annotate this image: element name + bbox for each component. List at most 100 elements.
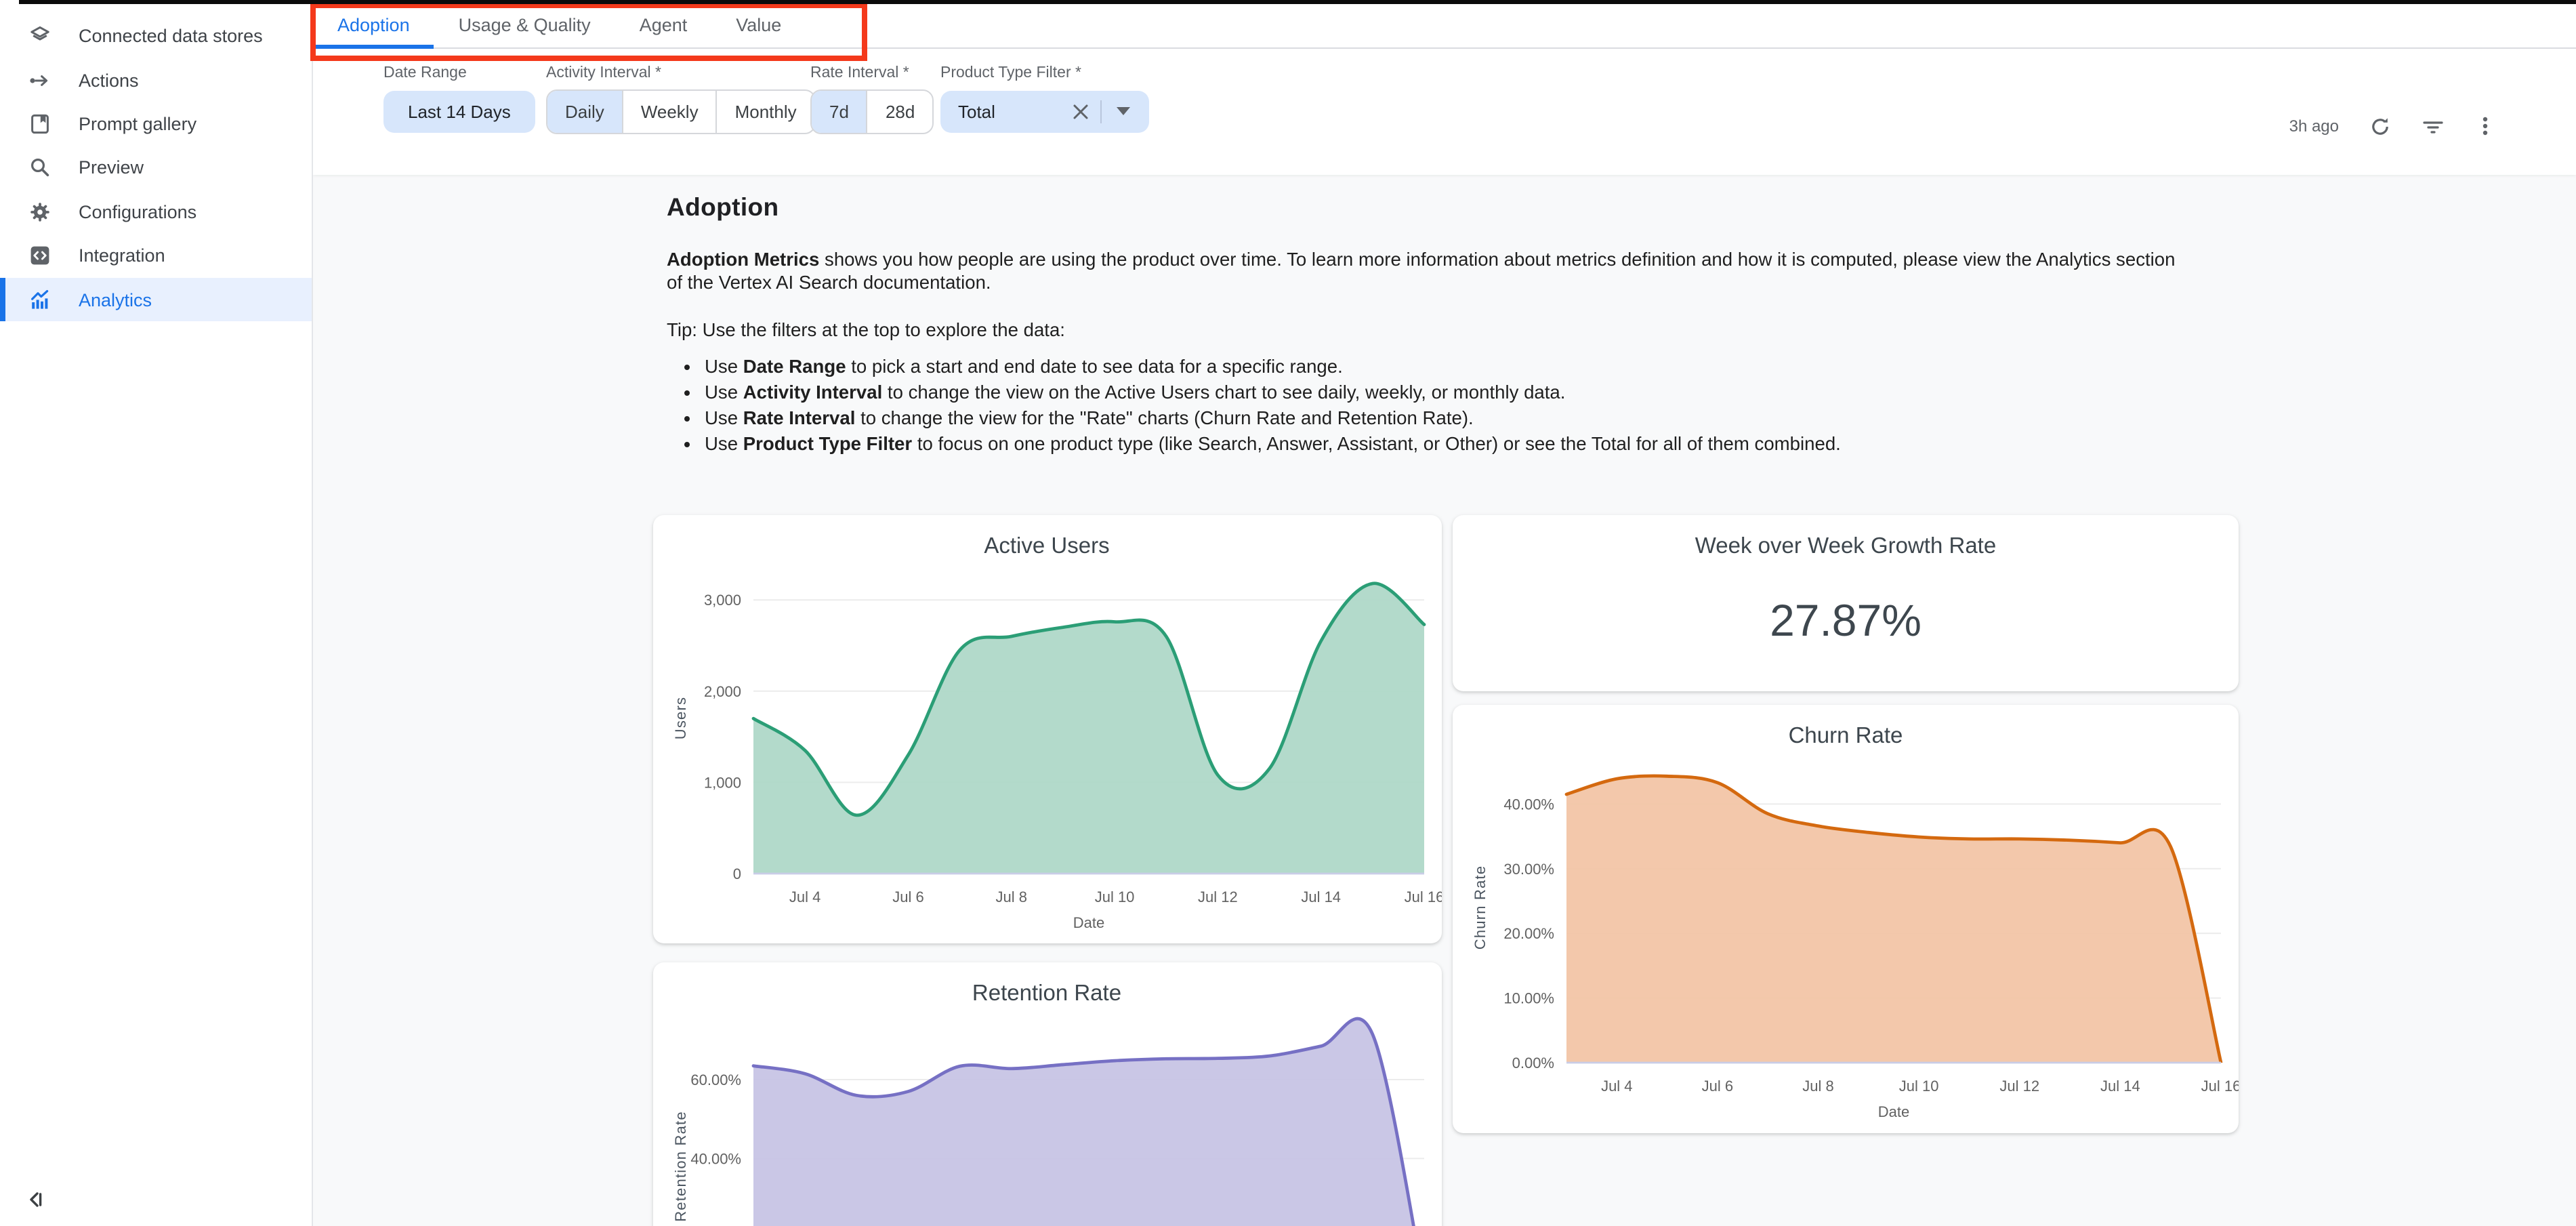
tab-usage-quality[interactable]: Usage & Quality xyxy=(434,3,615,47)
analytics-icon xyxy=(28,288,51,311)
svg-text:40.00%: 40.00% xyxy=(690,1150,741,1167)
tip-line: Tip: Use the filters at the top to explo… xyxy=(667,318,2191,342)
svg-text:Retention Rate: Retention Rate xyxy=(671,1111,688,1222)
sidebar-item-analytics[interactable]: Analytics xyxy=(0,278,312,322)
svg-text:Jul 14: Jul 14 xyxy=(2100,1078,2140,1095)
rate-interval-filter: Rate Interval * 7d 28d xyxy=(810,48,934,132)
window-top-edge xyxy=(19,0,2576,3)
svg-text:20.00%: 20.00% xyxy=(1503,925,1554,942)
sidebar-item-label: Configurations xyxy=(79,202,196,222)
svg-text:Jul 10: Jul 10 xyxy=(1899,1078,1939,1095)
activity-interval-filter: Activity Interval * Daily Weekly Monthly xyxy=(546,48,816,132)
svg-text:3,000: 3,000 xyxy=(703,592,741,609)
search-icon xyxy=(28,157,51,180)
code-icon xyxy=(28,244,51,267)
product-type-filter-label: Product Type Filter * xyxy=(940,64,1150,81)
svg-text:0.00%: 0.00% xyxy=(1512,1055,1554,1071)
refresh-icon[interactable] xyxy=(2367,114,2392,138)
svg-text:Jul 16: Jul 16 xyxy=(1404,888,1441,905)
tab-bar: Adoption Usage & Quality Agent Value xyxy=(313,3,2576,48)
churn-rate-card: 0.00%10.00%20.00%30.00%40.00%Jul 4Jul 6J… xyxy=(1453,705,2239,1133)
sidebar-item-prompt-gallery[interactable]: Prompt gallery xyxy=(0,102,312,146)
sidebar: Connected data stores Actions Prompt gal… xyxy=(0,3,313,1226)
last-refreshed-text: 3h ago xyxy=(2289,117,2339,136)
svg-text:40.00%: 40.00% xyxy=(1503,796,1554,813)
list-item: Use Activity Interval to change the view… xyxy=(705,381,2191,405)
list-item: Use Rate Interval to change the view for… xyxy=(705,407,2191,431)
list-item: Use Product Type Filter to focus on one … xyxy=(705,432,2191,456)
tips-list: Use Date Range to pick a start and end d… xyxy=(667,356,2191,456)
main-content: Adoption Adoption Metrics shows you how … xyxy=(313,174,2576,1226)
actions-arrow-icon xyxy=(28,68,51,91)
svg-text:Jul 12: Jul 12 xyxy=(1197,888,1237,905)
tab-adoption[interactable]: Adoption xyxy=(313,3,434,47)
wow-growth-card: Week over Week Growth Rate 27.87% xyxy=(1453,515,2239,691)
sidebar-item-label: Preview xyxy=(79,158,144,178)
clear-filter-icon[interactable] xyxy=(1068,99,1093,123)
docs-text: Adoption Adoption Metrics shows you how … xyxy=(313,174,2191,456)
sidebar-item-label: Integration xyxy=(79,245,165,266)
product-type-filter: Product Type Filter * Total xyxy=(940,48,1150,132)
svg-text:Jul 8: Jul 8 xyxy=(1802,1078,1833,1095)
rate-7d-option[interactable]: 7d xyxy=(812,90,867,132)
sidebar-item-connected-data-stores[interactable]: Connected data stores xyxy=(0,14,312,58)
svg-text:Jul 12: Jul 12 xyxy=(1999,1078,2039,1095)
sidebar-item-label: Prompt gallery xyxy=(79,114,196,134)
page-header: Adoption Usage & Quality Agent Value Dat… xyxy=(313,3,2576,174)
rate-interval-label: Rate Interval * xyxy=(810,64,934,81)
svg-text:Churn Rate: Churn Rate xyxy=(1472,865,1489,950)
product-type-value: Total xyxy=(958,101,995,121)
page-title: Adoption xyxy=(667,192,2191,222)
activity-interval-segmented-control: Daily Weekly Monthly xyxy=(546,89,816,134)
intro-paragraph: Adoption Metrics shows you how people ar… xyxy=(667,247,2191,295)
svg-text:Jul 10: Jul 10 xyxy=(1094,888,1134,905)
svg-text:0: 0 xyxy=(732,865,741,882)
date-range-label: Date Range xyxy=(383,64,535,81)
tab-value[interactable]: Value xyxy=(711,3,806,47)
tab-agent[interactable]: Agent xyxy=(615,3,712,47)
svg-text:2,000: 2,000 xyxy=(703,683,741,700)
activity-interval-label: Activity Interval * xyxy=(546,64,816,81)
collapse-sidebar-icon[interactable] xyxy=(22,1185,49,1212)
svg-text:Jul 6: Jul 6 xyxy=(892,888,923,905)
svg-text:1,000: 1,000 xyxy=(703,774,741,791)
dropdown-caret-icon[interactable] xyxy=(1117,107,1131,115)
more-vert-icon[interactable] xyxy=(2473,114,2497,138)
svg-text:Date: Date xyxy=(1073,914,1104,931)
retention-rate-card: 0.00%20.00%40.00%60.00%Jul 4Jul 6Jul 8Ju… xyxy=(652,962,1441,1226)
date-range-filter: Date Range Last 14 Days xyxy=(383,48,535,132)
activity-monthly-option[interactable]: Monthly xyxy=(716,90,814,132)
filter-icon[interactable] xyxy=(2420,114,2445,138)
list-item: Use Date Range to pick a start and end d… xyxy=(705,356,2191,380)
activity-weekly-option[interactable]: Weekly xyxy=(622,90,716,132)
sidebar-item-preview[interactable]: Preview xyxy=(0,146,312,190)
active-users-chart[interactable]: 01,0002,0003,000Jul 4Jul 6Jul 8Jul 10Jul… xyxy=(652,515,1441,943)
sidebar-item-integration[interactable]: Integration xyxy=(0,234,312,278)
chip-divider xyxy=(1101,100,1102,123)
sidebar-item-actions[interactable]: Actions xyxy=(0,58,312,102)
churn-rate-chart[interactable]: 0.00%10.00%20.00%30.00%40.00%Jul 4Jul 6J… xyxy=(1453,705,2239,1133)
svg-text:Jul 14: Jul 14 xyxy=(1300,888,1340,905)
scorecard-title: Week over Week Growth Rate xyxy=(1453,534,2239,560)
svg-text:Jul 8: Jul 8 xyxy=(995,888,1026,905)
date-range-button[interactable]: Last 14 Days xyxy=(383,90,535,132)
svg-text:30.00%: 30.00% xyxy=(1503,861,1554,878)
gear-icon xyxy=(28,201,51,224)
active-users-card: 01,0002,0003,000Jul 4Jul 6Jul 8Jul 10Jul… xyxy=(652,515,1441,943)
data-stores-icon xyxy=(28,24,51,47)
rate-28d-option[interactable]: 28d xyxy=(867,90,932,132)
svg-text:Users: Users xyxy=(671,697,688,739)
sidebar-item-label: Analytics xyxy=(79,289,152,310)
sidebar-item-configurations[interactable]: Configurations xyxy=(0,190,312,234)
svg-text:Date: Date xyxy=(1878,1103,1909,1120)
scorecard-value: 27.87% xyxy=(1453,595,2239,647)
svg-text:Jul 6: Jul 6 xyxy=(1702,1078,1733,1095)
rate-interval-segmented-control: 7d 28d xyxy=(810,89,934,134)
chart-title: Retention Rate xyxy=(652,981,1441,1007)
dashboard-toolbar: 3h ago xyxy=(2289,105,2497,147)
svg-text:Jul 4: Jul 4 xyxy=(1601,1078,1632,1095)
chart-title: Churn Rate xyxy=(1453,724,2239,750)
sidebar-item-label: Connected data stores xyxy=(79,26,263,46)
activity-daily-option[interactable]: Daily xyxy=(547,90,622,132)
product-type-select[interactable]: Total xyxy=(940,90,1150,132)
